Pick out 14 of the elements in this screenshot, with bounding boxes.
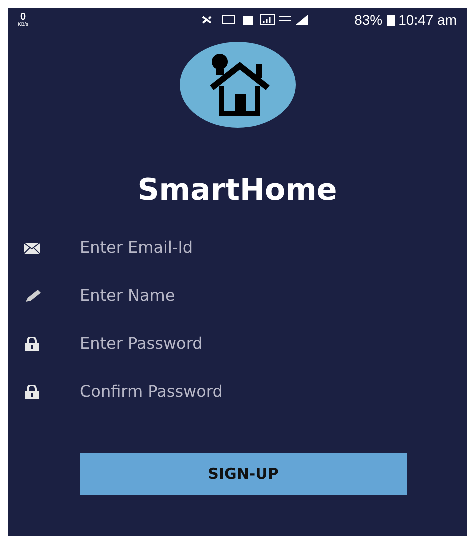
app-title: SmartHome: [138, 172, 338, 210]
input-field[interactable]: Enter Email-Id: [80, 236, 400, 260]
battery-icon: [386, 14, 395, 26]
lock-icon: [24, 337, 40, 351]
input-field[interactable]: Enter Password: [80, 332, 400, 356]
battery-level: 83%: [354, 10, 383, 30]
input-field[interactable]: Confirm Password: [80, 380, 400, 404]
clock-time: 10:47 am: [398, 10, 457, 30]
envelope-icon: [24, 242, 40, 254]
lock-icon: [24, 385, 40, 399]
sign-up-button[interactable]: SIGN-UP: [80, 453, 407, 495]
network-speed: 0: [20, 12, 26, 22]
pencil-icon: [24, 289, 42, 303]
input-field[interactable]: Enter Name: [80, 284, 400, 308]
